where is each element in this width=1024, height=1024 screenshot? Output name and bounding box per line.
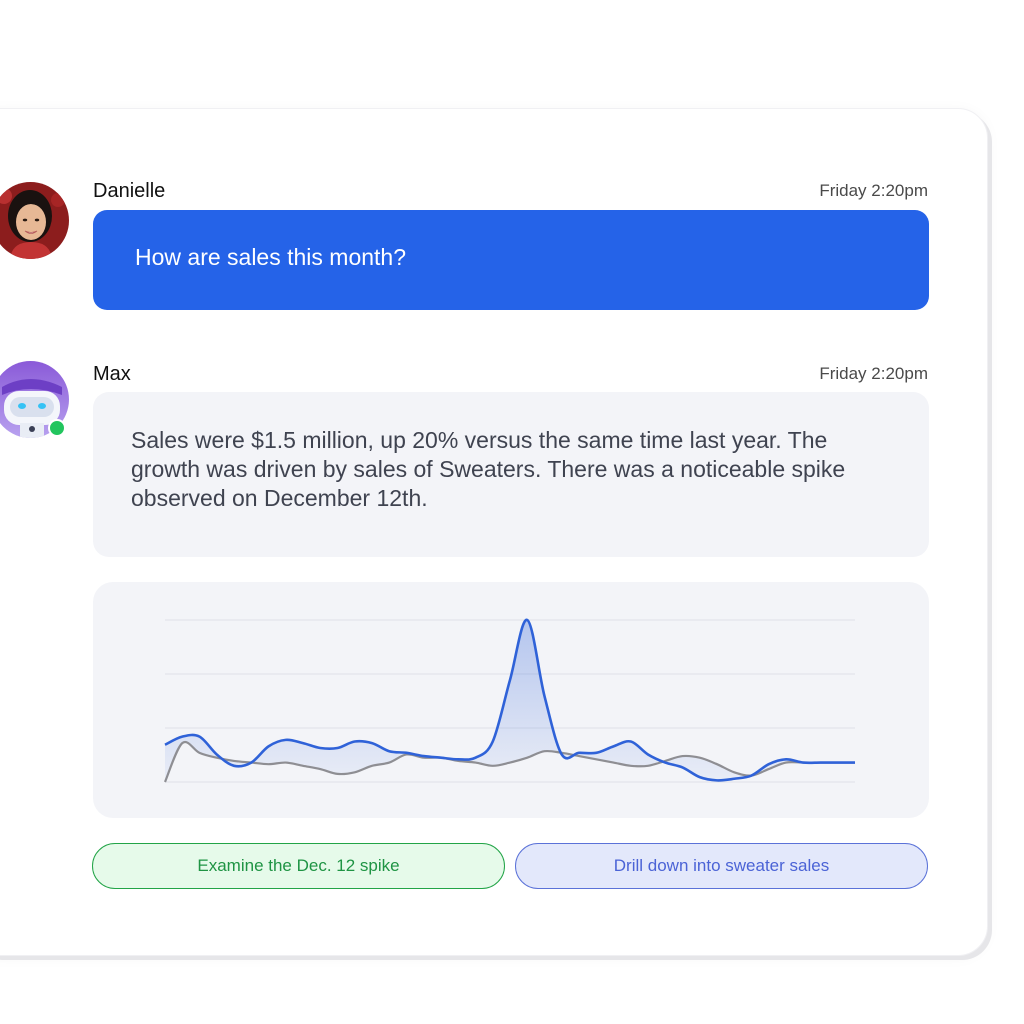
sender-name: Danielle xyxy=(93,180,166,202)
sender-name: Max xyxy=(93,363,131,385)
button-label: Drill down into sweater sales xyxy=(613,856,830,875)
series-area-fill xyxy=(165,619,855,782)
message-text: Sales were $1.5 million, up 20% versus t… xyxy=(131,427,846,511)
bot-message-bubble: Sales were $1.5 million, up 20% versus t… xyxy=(93,392,929,557)
drill-down-button[interactable]: Drill down into sweater sales xyxy=(515,843,928,889)
examine-spike-button[interactable]: Examine the Dec. 12 spike xyxy=(92,843,505,889)
user-message-bubble: How are sales this month? xyxy=(93,210,929,310)
sales-chart-svg xyxy=(163,618,855,783)
message-timestamp: Friday 2:20pm xyxy=(819,364,928,383)
button-label: Examine the Dec. 12 spike xyxy=(197,856,400,875)
sales-chart xyxy=(93,582,929,818)
message-timestamp: Friday 2:20pm xyxy=(819,181,928,200)
online-status-dot xyxy=(48,419,66,437)
message-text: How are sales this month? xyxy=(135,244,407,270)
